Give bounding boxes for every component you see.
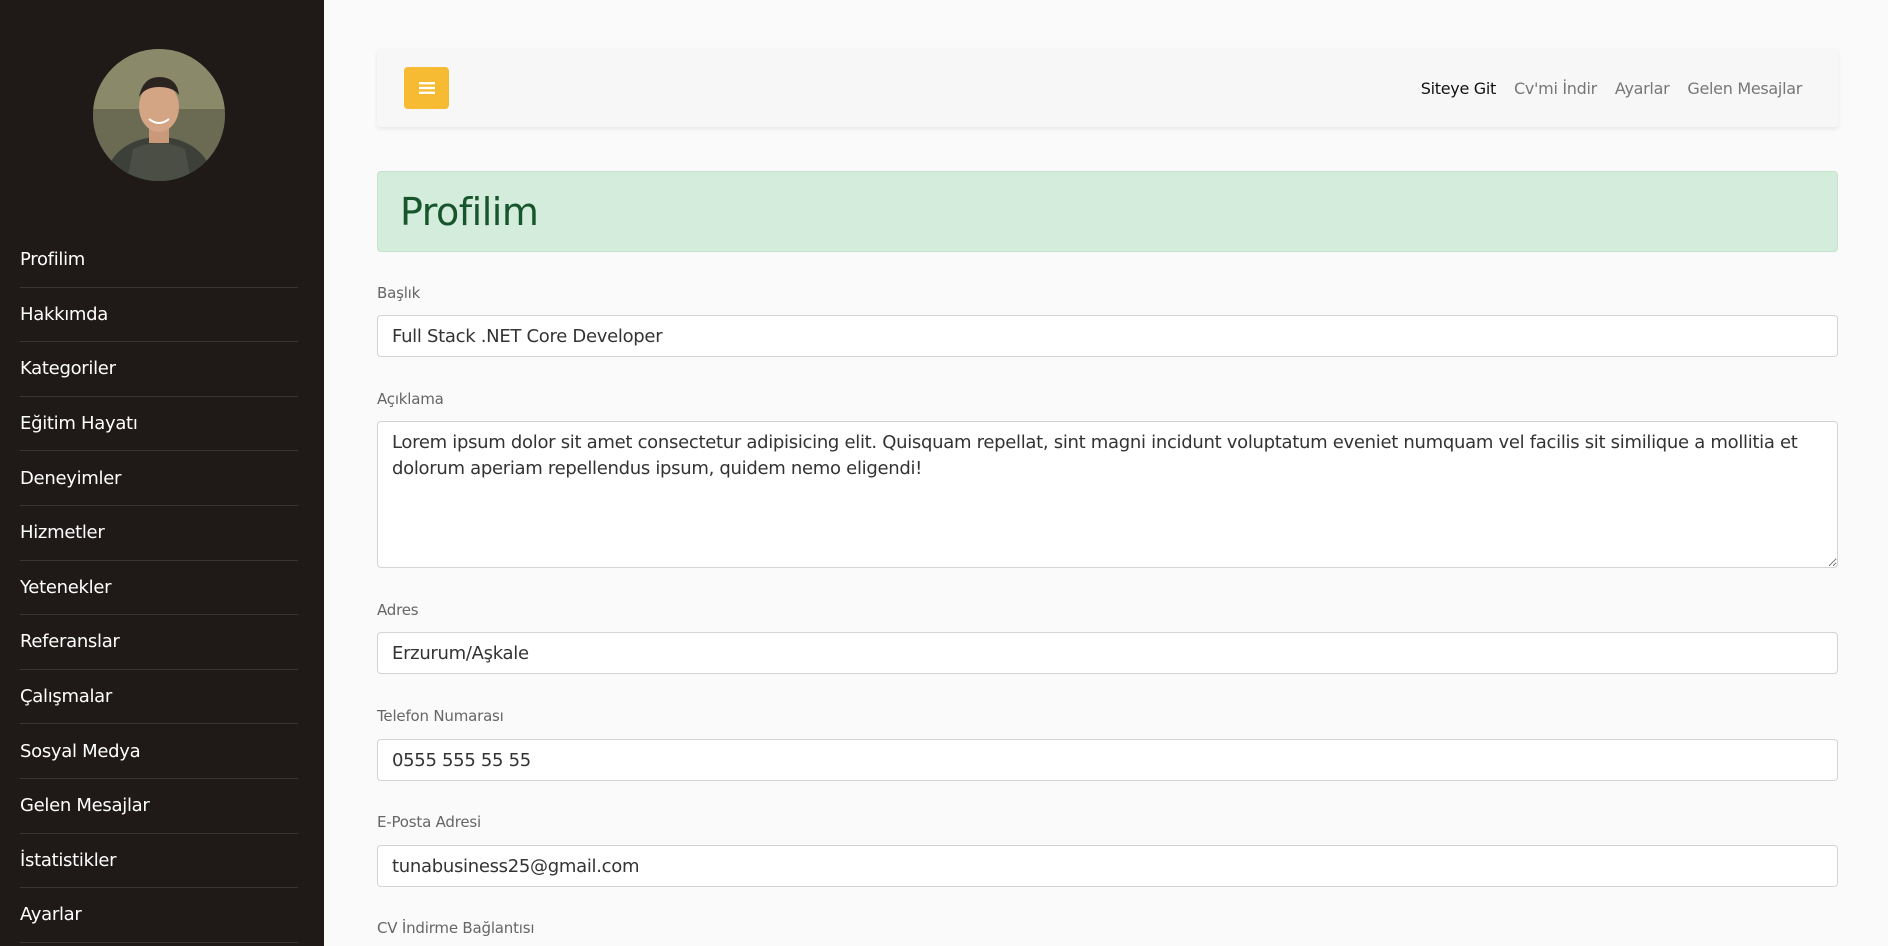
sidebar-item-gelen-mesajlar: Gelen Mesajlar	[20, 779, 298, 834]
top-nav-links: Siteye Git Cv'mi İndir Ayarlar Gelen Mes…	[1421, 49, 1803, 127]
baslik-label: Başlık	[377, 284, 421, 302]
eposta-input[interactable]	[377, 845, 1838, 887]
sidebar-link-calismalar[interactable]: Çalışmalar	[20, 686, 112, 707]
cv-link-label: CV İndirme Bağlantısı	[377, 919, 535, 937]
baslik-input[interactable]	[377, 315, 1838, 357]
aciklama-textarea[interactable]: Lorem ipsum dolor sit amet consectetur a…	[377, 421, 1838, 568]
topnav-link-cv-indir[interactable]: Cv'mi İndir	[1514, 79, 1597, 98]
sidebar-item-hakkimda: Hakkımda	[20, 288, 298, 343]
sidebar-link-gelen-mesajlar[interactable]: Gelen Mesajlar	[20, 795, 150, 816]
sidebar-item-hizmetler: Hizmetler	[20, 506, 298, 561]
sidebar-item-kategoriler: Kategoriler	[20, 342, 298, 397]
adres-label: Adres	[377, 601, 419, 619]
sidebar-item-sosyal-medya: Sosyal Medya	[20, 724, 298, 779]
avatar-image	[93, 49, 225, 181]
sidebar-link-hakkimda[interactable]: Hakkımda	[20, 304, 108, 325]
sidebar-link-ayarlar[interactable]: Ayarlar	[20, 904, 82, 925]
topnav-link-siteye-git[interactable]: Siteye Git	[1421, 79, 1497, 98]
page-title: Profilim	[400, 190, 539, 234]
adres-input[interactable]	[377, 632, 1838, 674]
sidebar: Profilim Hakkımda Kategoriler Eğitim Hay…	[0, 0, 324, 946]
topnav-link-ayarlar[interactable]: Ayarlar	[1615, 79, 1670, 98]
sidebar-nav: Profilim Hakkımda Kategoriler Eğitim Hay…	[20, 233, 298, 943]
telefon-label: Telefon Numarası	[377, 707, 504, 725]
hamburger-icon	[418, 82, 435, 94]
sidebar-link-referanslar[interactable]: Referanslar	[20, 631, 120, 652]
sidebar-link-hizmetler[interactable]: Hizmetler	[20, 522, 105, 543]
sidebar-link-istatistikler[interactable]: İstatistikler	[20, 850, 117, 871]
sidebar-link-yetenekler[interactable]: Yetenekler	[20, 577, 112, 598]
page-title-banner: Profilim	[377, 171, 1838, 252]
telefon-input[interactable]	[377, 739, 1838, 781]
sidebar-link-kategoriler[interactable]: Kategoriler	[20, 358, 116, 379]
avatar	[93, 49, 225, 181]
sidebar-item-calismalar: Çalışmalar	[20, 670, 298, 725]
sidebar-link-sosyal-medya[interactable]: Sosyal Medya	[20, 741, 141, 762]
sidebar-item-egitim: Eğitim Hayatı	[20, 397, 298, 452]
top-navbar: Siteye Git Cv'mi İndir Ayarlar Gelen Mes…	[377, 49, 1838, 127]
sidebar-item-deneyimler: Deneyimler	[20, 451, 298, 506]
eposta-label: E-Posta Adresi	[377, 813, 482, 831]
sidebar-link-deneyimler[interactable]: Deneyimler	[20, 468, 121, 489]
aciklama-label: Açıklama	[377, 390, 444, 408]
sidebar-item-yetenekler: Yetenekler	[20, 561, 298, 616]
sidebar-link-egitim[interactable]: Eğitim Hayatı	[20, 413, 138, 434]
sidebar-item-istatistikler: İstatistikler	[20, 834, 298, 889]
sidebar-item-ayarlar: Ayarlar	[20, 888, 298, 943]
main-content: Siteye Git Cv'mi İndir Ayarlar Gelen Mes…	[324, 0, 1888, 946]
sidebar-item-referanslar: Referanslar	[20, 615, 298, 670]
topnav-link-gelen-mesajlar[interactable]: Gelen Mesajlar	[1687, 79, 1802, 98]
sidebar-link-profilim[interactable]: Profilim	[20, 249, 85, 270]
menu-toggle-button[interactable]	[404, 67, 449, 109]
sidebar-item-profilim: Profilim	[20, 233, 298, 288]
